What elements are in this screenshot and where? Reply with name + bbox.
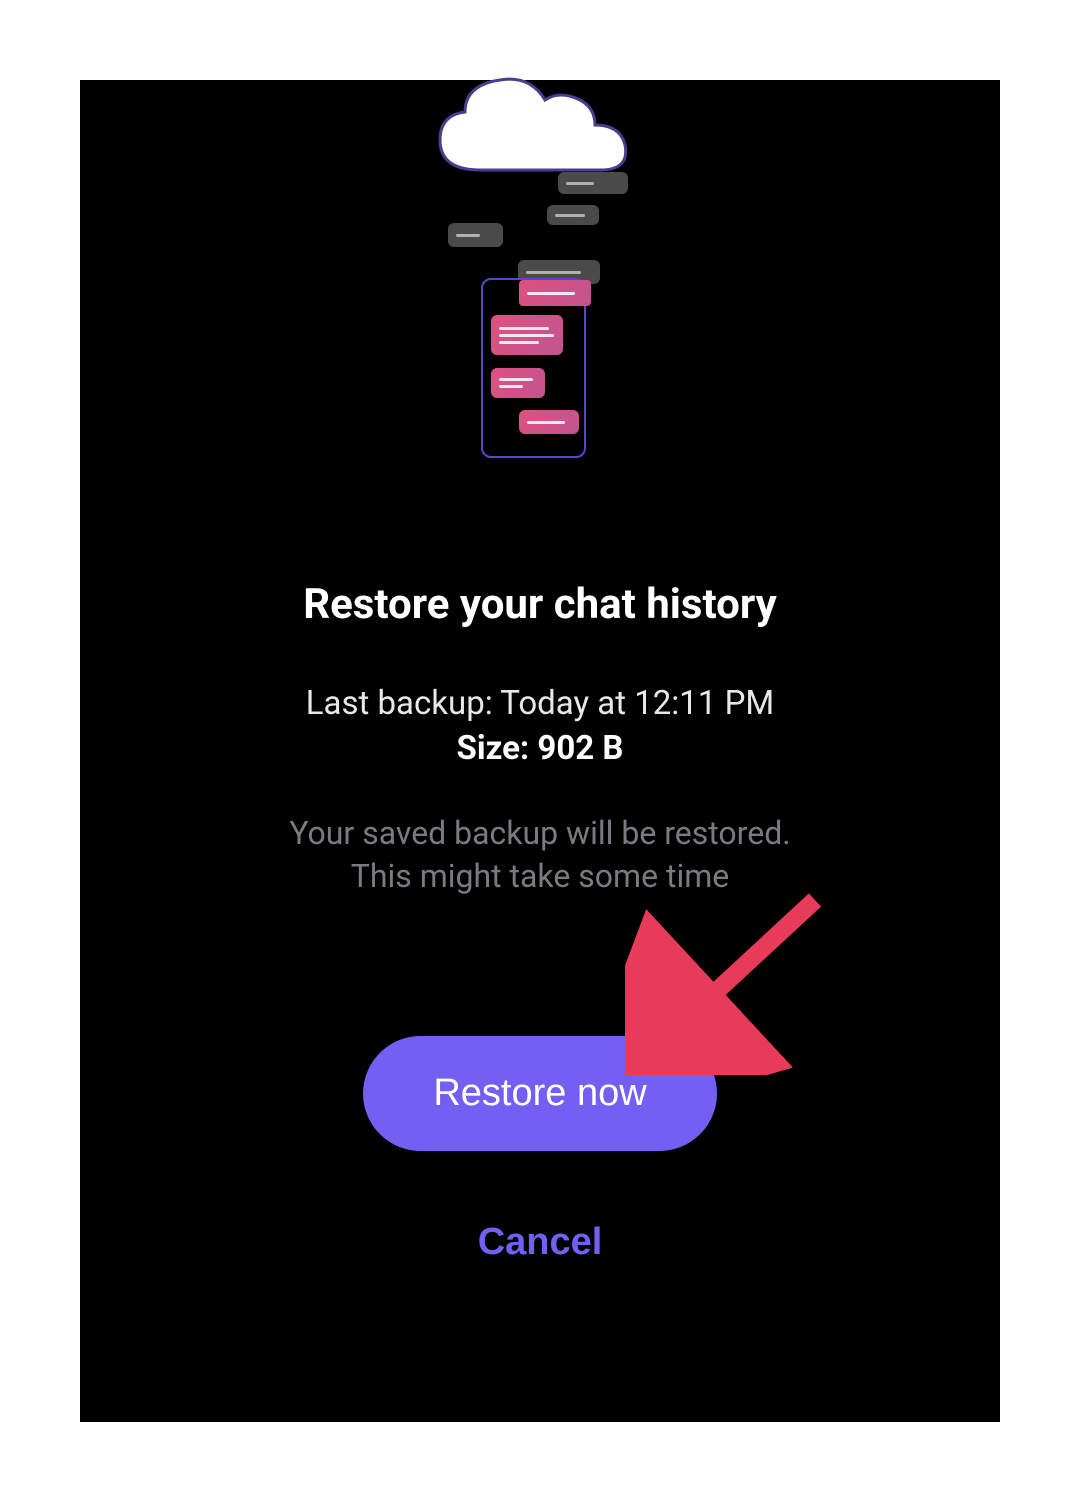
- restore-description: Your saved backup will be restored. This…: [289, 812, 790, 898]
- restore-now-button[interactable]: Restore now: [363, 1036, 716, 1151]
- message-bubble-icon: [558, 172, 628, 194]
- message-bubble-icon: [491, 315, 563, 355]
- description-line: Your saved backup will be restored.: [289, 812, 790, 855]
- message-bubble-icon: [519, 280, 591, 306]
- message-bubble-icon: [519, 410, 579, 434]
- backup-illustration: [410, 60, 670, 480]
- last-backup-label: Last backup: Today at 12:11 PM: [306, 684, 774, 723]
- description-line: This might take some time: [289, 855, 790, 898]
- cancel-button[interactable]: Cancel: [478, 1221, 603, 1264]
- message-bubble-icon: [491, 368, 545, 398]
- page-title: Restore your chat history: [303, 580, 777, 629]
- message-bubble-icon: [448, 223, 503, 247]
- backup-size-label: Size: 902 B: [306, 729, 774, 768]
- backup-info: Last backup: Today at 12:11 PM Size: 902…: [306, 684, 774, 768]
- phone-icon: [481, 278, 586, 458]
- message-bubble-icon: [547, 205, 599, 225]
